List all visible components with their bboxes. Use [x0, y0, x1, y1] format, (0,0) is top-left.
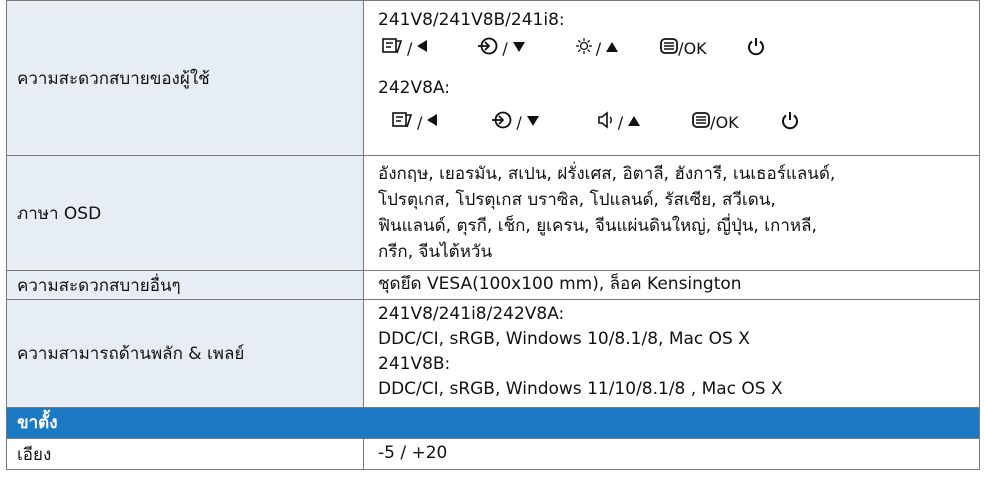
up-triangle-icon [626, 113, 642, 132]
ok-label: /OK [678, 38, 707, 58]
label-user-convenience: ความสะดวกสบายของผู้ใช้ [7, 1, 364, 155]
separator: / [516, 112, 522, 132]
down-triangle-icon [525, 113, 541, 132]
left-triangle-icon [425, 112, 439, 132]
row-tilt: เอียง -5 / +20 [7, 439, 979, 470]
menu-icon [692, 112, 711, 132]
value-tilt: -5 / +20 [378, 443, 448, 463]
separator: / [502, 38, 508, 58]
row-plug-and-play: ความสามารถด้านพลัก & เพลย์ 241V8/241i8/2… [7, 300, 979, 408]
separator: / [417, 112, 423, 132]
brightness-icon [575, 37, 593, 59]
row-user-convenience: ความสะดวกสบายของผู้ใช้ 241V8/241V8B/241i… [7, 0, 979, 156]
value-osd-language: อังกฤษ, เยอรมัน, สเปน, ฝรั่งเศส, อิตาลี,… [364, 156, 979, 270]
row-osd-language: ภาษา OSD อังกฤษ, เยอรมัน, สเปน, ฝรั่งเศส… [7, 156, 979, 271]
compat-line: 241V8/241i8/242V8A: [378, 304, 565, 324]
label-other-convenience: ความสะดวกสบายอื่นๆ [7, 271, 364, 299]
separator: / [617, 112, 624, 132]
left-triangle-icon [415, 38, 429, 58]
label-osd-language: ภาษา OSD [7, 156, 364, 270]
separator: / [407, 38, 413, 58]
section-header-stand: ขาตั้ง [7, 408, 979, 439]
osd-language-line: โปรตุเกส, โปรตุเกส บราซิล, โปแลนด์, รัสเ… [378, 190, 776, 210]
power-icon [781, 110, 799, 134]
osd-language-line: กรีก, จีนไต้หวัน [378, 242, 493, 262]
compat-line: DDC/CI, sRGB, Windows 11/10/8.1/8 , Mac … [378, 379, 783, 399]
separator: / [595, 38, 602, 58]
compat-line: DDC/CI, sRGB, Windows 10/8.1/8, Mac OS X [378, 329, 750, 349]
control-icons-a: / / / /OK [378, 33, 979, 63]
spec-table: ความสะดวกสบายของผู้ใช้ 241V8/241V8B/241i… [6, 0, 980, 470]
menu-return-icon [382, 36, 404, 60]
label-tilt: เอียง [7, 439, 364, 469]
menu-icon [660, 38, 679, 58]
value-plug-and-play: 241V8/241i8/242V8A: DDC/CI, sRGB, Window… [364, 300, 979, 407]
value-other-convenience: ชุดยึด VESA(100x100 mm), ล็อค Kensington [378, 274, 742, 294]
row-other-convenience: ความสะดวกสบายอื่นๆ ชุดยึด VESA(100x100 m… [7, 271, 979, 300]
label-plug-and-play: ความสามารถด้านพลัก & เพลย์ [7, 300, 364, 407]
osd-language-line: ฟินแลนด์, ตุรกี, เช็ก, ยูเครน, จีนแผ่นดิ… [378, 216, 817, 236]
input-source-icon [477, 36, 499, 60]
ok-label: /OK [710, 112, 739, 132]
model-group-b: 242V8A: [378, 78, 450, 98]
volume-icon [597, 111, 615, 133]
value-user-convenience: 241V8/241V8B/241i8: / / / /OK 242V8A: / … [364, 1, 979, 155]
power-icon [747, 36, 765, 60]
down-triangle-icon [511, 39, 527, 58]
model-group-a: 241V8/241V8B/241i8: [378, 10, 565, 30]
osd-language-line: อังกฤษ, เยอรมัน, สเปน, ฝรั่งเศส, อิตาลี,… [378, 164, 836, 184]
control-icons-b: / / / /OK [378, 107, 979, 137]
compat-line: 241V8B: [378, 354, 451, 374]
menu-return-icon [392, 110, 414, 134]
input-source-icon [491, 110, 513, 134]
up-triangle-icon [604, 39, 620, 58]
